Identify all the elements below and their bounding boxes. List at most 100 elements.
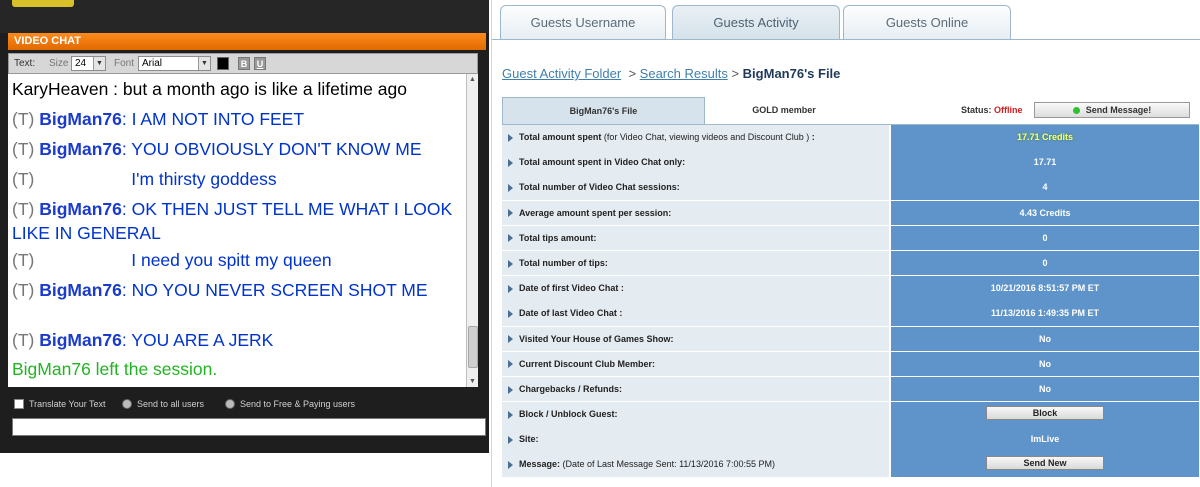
expand-triangle-icon[interactable] (508, 410, 513, 419)
breadcrumb-separator: > (628, 66, 637, 81)
font-size-select[interactable]: 24 ▼ (71, 56, 106, 71)
stats-row-value-cell: 17.71 Credits (891, 125, 1199, 150)
chat-top-strip (0, 0, 489, 33)
message-nick[interactable]: BigMan76 (39, 330, 122, 350)
stats-row: Total number of tips: 0 (502, 250, 1199, 276)
stats-label-text: Average amount spent per session: (519, 207, 672, 218)
block-button[interactable]: Block (986, 406, 1104, 421)
stats-row: Total amount spent (for Video Chat, view… (502, 125, 1199, 150)
chat-message-input[interactable] (12, 418, 486, 436)
message-text: KaryHeaven : but a month ago is like a l… (12, 79, 407, 99)
stats-row-label[interactable]: Message: (Date of Last Message Sent: 11/… (502, 452, 889, 477)
tab-guests-online[interactable]: Guests Online (843, 5, 1011, 39)
chat-format-toolbar: Text: Size 24 ▼ Font Arial ▼ B U (8, 53, 478, 74)
text-color-picker[interactable] (217, 57, 229, 70)
breadcrumb-current: BigMan76's File (742, 66, 841, 81)
stats-row: Visited Your House of Games Show: No (502, 326, 1199, 351)
stats-row: Total amount spent in Video Chat only: 17… (502, 150, 1199, 175)
stats-label-text: Date of first Video Chat : (519, 283, 624, 294)
stats-value: ImLive (1030, 434, 1060, 445)
expand-triangle-icon[interactable] (508, 284, 513, 293)
expand-triangle-icon[interactable] (508, 133, 513, 142)
message-text: BigMan76 left the session. (12, 359, 218, 379)
expand-triangle-icon[interactable] (508, 158, 513, 167)
expand-triangle-icon[interactable] (508, 461, 513, 470)
expand-triangle-icon[interactable] (508, 360, 513, 369)
expand-triangle-icon[interactable] (508, 435, 513, 444)
expand-triangle-icon[interactable] (508, 335, 513, 344)
stats-row-label[interactable]: Current Discount Club Member: (502, 351, 889, 377)
chat-message: (T) BigMan76: YOU ARE A JERK (12, 328, 464, 352)
chevron-down-icon: ▼ (93, 57, 105, 70)
stats-value: No (1039, 383, 1051, 394)
underline-button[interactable]: U (254, 57, 266, 70)
stats-value: No (1039, 358, 1051, 369)
expand-triangle-icon[interactable] (508, 184, 513, 192)
stats-row-label[interactable]: Total amount spent (for Video Chat, view… (502, 125, 889, 150)
stats-row-value-cell: No (891, 351, 1199, 377)
font-family-select[interactable]: Arial ▼ (138, 56, 211, 71)
chat-top-tab[interactable] (12, 0, 74, 7)
message-nick[interactable]: BigMan76 (39, 280, 122, 300)
tab-guests-username[interactable]: Guests Username (500, 5, 666, 39)
message-text: : I AM NOT INTO FEET (121, 109, 305, 129)
stats-row: Average amount spent per session: 4.43 Cr… (502, 200, 1199, 226)
chat-scrollbar[interactable]: ▲ ▼ (466, 74, 478, 387)
chat-message: (T) BigMan76: OK THEN JUST TELL ME WHAT … (12, 197, 464, 245)
tab-guests-activity[interactable]: Guests Activity (672, 5, 840, 39)
send-paying-radio[interactable] (225, 399, 235, 409)
stats-row: Site: ImLive (502, 427, 1199, 452)
stats-row-label[interactable]: Site: (502, 427, 889, 452)
scroll-up-icon[interactable]: ▲ (467, 74, 478, 85)
stats-row: Total number of Video Chat sessions: 4 (502, 175, 1199, 200)
stats-row-label[interactable]: Total number of Video Chat sessions: (502, 175, 889, 200)
stats-row-label[interactable]: Block / Unblock Guest: (502, 402, 889, 427)
message-tag: (T) (12, 250, 35, 270)
bold-button[interactable]: B (238, 57, 250, 70)
message-tag: (T) (12, 169, 35, 189)
stats-label-text: Visited Your House of Games Show: (519, 333, 674, 344)
chat-message: (T) BigMan76: I AM NOT INTO FEET (12, 107, 464, 131)
breadcrumb-search-results[interactable]: Search Results (640, 66, 728, 81)
stats-label-text: Block / Unblock Guest: (519, 409, 618, 420)
message-nick[interactable]: BigMan76 (39, 199, 122, 219)
expand-triangle-icon[interactable] (508, 234, 513, 243)
stats-row-label[interactable]: Average amount spent per session: (502, 200, 889, 226)
send-message-button[interactable]: Send Message! (1034, 102, 1190, 118)
stats-value: No (1039, 333, 1051, 344)
stats-row-label[interactable]: Date of first Video Chat : (502, 276, 889, 301)
stats-value: 4.43 Credits (1019, 207, 1071, 218)
expand-triangle-icon[interactable] (508, 209, 513, 218)
stats-value: 10/21/2016 8:51:57 PM ET (990, 283, 1100, 294)
expand-triangle-icon[interactable] (508, 309, 513, 318)
stats-label-note: (for Video Chat, viewing videos and Disc… (601, 132, 810, 142)
stats-label-text: Total tips amount: (519, 232, 597, 243)
scrollbar-thumb[interactable] (468, 326, 478, 368)
translate-checkbox[interactable] (14, 399, 24, 409)
send-paying-label: Send to Free & Paying users (240, 399, 356, 409)
message-text: : YOU OBVIOUSLY DON'T KNOW ME (121, 139, 422, 159)
message-nick[interactable]: BigMan76 (39, 139, 122, 159)
member-level: GOLD member (752, 105, 816, 115)
scroll-down-icon[interactable]: ▼ (467, 376, 478, 387)
stats-label-text: Date of last Video Chat : (519, 308, 623, 319)
send-new-button[interactable]: Send New (986, 456, 1104, 471)
stats-row-label[interactable]: Total amount spent in Video Chat only: (502, 150, 889, 175)
breadcrumb-guest-activity-folder[interactable]: Guest Activity Folder (502, 66, 621, 81)
stats-label-text: Total number of tips: (519, 257, 608, 268)
stats-row-label[interactable]: Total number of tips: (502, 250, 889, 276)
send-all-radio[interactable] (122, 399, 132, 409)
message-text: : YOU ARE A JERK (121, 330, 274, 350)
stats-row-label[interactable]: Date of last Video Chat : (502, 301, 889, 326)
expand-triangle-icon[interactable] (508, 259, 513, 268)
video-chat-title: VIDEO CHAT (8, 33, 486, 50)
subtab-guest-file[interactable]: BigMan76's File (502, 97, 705, 124)
stats-row-value-cell: 0 (891, 250, 1199, 276)
expand-triangle-icon[interactable] (508, 385, 513, 394)
message-nick[interactable]: BigMan76 (39, 109, 122, 129)
guest-status: Status: Offline (961, 97, 1023, 124)
stats-row-label[interactable]: Chargebacks / Refunds: (502, 376, 889, 402)
stats-row-label[interactable]: Total tips amount: (502, 225, 889, 251)
stats-row: Current Discount Club Member: No (502, 351, 1199, 377)
stats-row-label[interactable]: Visited Your House of Games Show: (502, 326, 889, 351)
